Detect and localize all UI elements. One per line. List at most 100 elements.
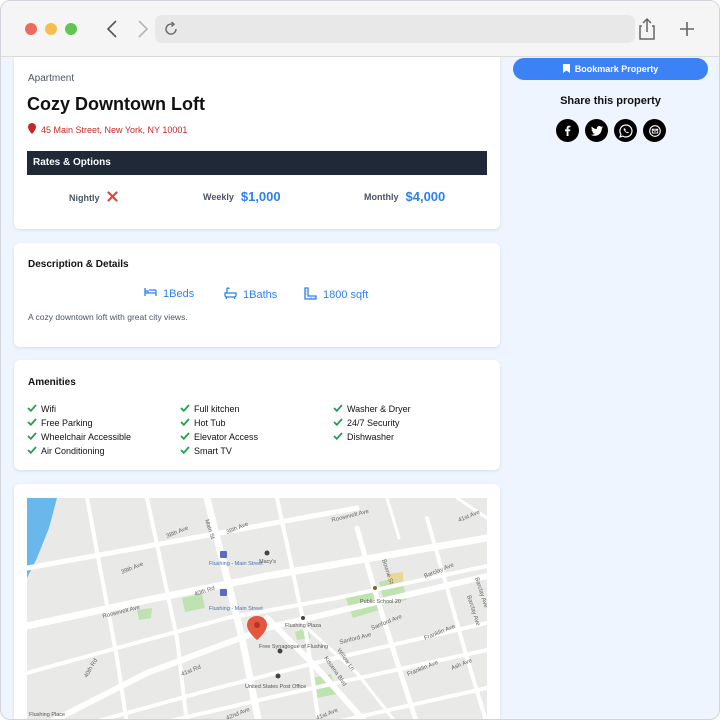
check-icon xyxy=(180,404,190,414)
amenities-card: Amenities Wifi Full kitchen Washer & Dryer… xyxy=(14,360,500,470)
amenity-label: 24/7 Security xyxy=(347,418,400,428)
rate-nightly: Nightly xyxy=(69,189,118,207)
amenity-item: Hot Tub xyxy=(180,418,226,428)
check-icon xyxy=(27,418,37,428)
bookmark-icon xyxy=(562,63,570,75)
check-icon xyxy=(333,418,343,428)
amenity-item: Dishwasher xyxy=(333,432,394,442)
check-icon xyxy=(180,418,190,428)
address-bar[interactable] xyxy=(155,15,635,43)
page-title: Cozy Downtown Loft xyxy=(27,94,205,114)
location-map[interactable]: 38th Ave Main St 38th Ave 39th Ave Roose… xyxy=(27,498,487,719)
chevron-left-icon[interactable] xyxy=(101,17,123,41)
place-label: Flushing - Main Street xyxy=(209,561,263,567)
description-text: A cozy downtown loft with great city vie… xyxy=(28,312,188,322)
place-label: Flushing Plaza xyxy=(285,623,322,629)
rate-weekly-value: $1,000 xyxy=(240,189,281,204)
reload-icon[interactable] xyxy=(163,21,179,37)
detail-baths: 1Baths xyxy=(224,287,277,302)
unavailable-x-icon xyxy=(106,189,118,207)
amenity-label: Wheelchair Accessible xyxy=(41,432,132,442)
bathtub-icon xyxy=(224,287,237,302)
amenity-item: Wheelchair Accessible xyxy=(27,432,131,442)
rate-weekly-label: Weekly xyxy=(203,191,234,202)
amenity-item: 24/7 Security xyxy=(333,418,400,428)
place-label: Flushing - Main Street xyxy=(209,606,263,612)
place-label: Public School 20 xyxy=(360,599,401,605)
check-icon xyxy=(333,404,343,414)
place-label: United States Post Office xyxy=(245,684,306,690)
address-text: 45 Main Street, New York, NY 10001 xyxy=(41,124,188,135)
description-card: Description & Details 1Beds 1Baths 1800 … xyxy=(14,243,500,347)
check-icon xyxy=(333,432,343,442)
share-title: Share this property xyxy=(560,95,661,107)
place-icon xyxy=(301,616,305,620)
place-label: Flushing Place xyxy=(29,712,65,718)
bookmark-property-button[interactable]: Bookmark Property xyxy=(513,58,708,80)
whatsapp-icon[interactable] xyxy=(614,119,637,142)
school-icon xyxy=(373,586,377,590)
twitter-icon[interactable] xyxy=(585,119,608,142)
amenity-label: Free Parking xyxy=(41,418,93,428)
bed-icon xyxy=(144,287,157,300)
amenity-item: Free Parking xyxy=(27,418,93,428)
detail-sqft: 1800 sqft xyxy=(304,287,368,303)
amenity-item: Smart TV xyxy=(180,446,232,456)
post-office-icon xyxy=(275,673,281,679)
ruler-icon xyxy=(304,287,317,303)
place-label: Macy's xyxy=(259,559,276,565)
map-card: 38th Ave Main St 38th Ave 39th Ave Roose… xyxy=(14,484,500,719)
detail-beds: 1Beds xyxy=(144,287,194,300)
amenity-label: Smart TV xyxy=(194,446,232,456)
minimize-window-button[interactable] xyxy=(45,23,57,35)
details-row: 1Beds 1Baths 1800 sqft xyxy=(14,287,500,303)
check-icon xyxy=(27,432,37,442)
bookmark-label: Bookmark Property xyxy=(574,64,659,74)
property-summary-card: Apartment Cozy Downtown Loft 45 Main Str… xyxy=(14,57,500,229)
map-pin-icon xyxy=(28,123,36,136)
amenity-label: Full kitchen xyxy=(194,404,240,414)
amenity-label: Elevator Access xyxy=(194,432,259,442)
amenity-item: Full kitchen xyxy=(180,404,240,414)
chevron-right-icon[interactable] xyxy=(132,17,154,41)
close-window-button[interactable] xyxy=(25,23,37,35)
sqft-text: 1800 sqft xyxy=(323,289,369,301)
check-icon xyxy=(27,446,37,456)
rate-monthly-value: $4,000 xyxy=(405,189,446,204)
share-icon[interactable] xyxy=(637,17,657,41)
rate-monthly-label: Monthly xyxy=(364,191,399,202)
rates-header: Rates & Options xyxy=(27,151,487,175)
plus-icon[interactable] xyxy=(677,19,697,39)
url-input[interactable] xyxy=(185,19,625,39)
amenity-item: Washer & Dryer xyxy=(333,404,411,414)
rate-monthly: Monthly $4,000 xyxy=(364,189,445,204)
amenity-label: Air Conditioning xyxy=(41,446,105,456)
browser-window: Apartment Cozy Downtown Loft 45 Main Str… xyxy=(0,0,720,720)
amenity-item: Wifi xyxy=(27,404,56,414)
baths-text: 1Baths xyxy=(243,288,278,301)
amenity-item: Air Conditioning xyxy=(27,446,105,456)
shopping-icon xyxy=(264,550,270,556)
property-type: Apartment xyxy=(28,73,75,84)
amenity-item: Elevator Access xyxy=(180,432,258,442)
property-address: 45 Main Street, New York, NY 10001 xyxy=(28,123,187,136)
check-icon xyxy=(27,404,37,414)
facebook-icon[interactable] xyxy=(556,119,579,142)
amenity-label: Wifi xyxy=(41,404,56,414)
description-title: Description & Details xyxy=(28,259,129,270)
amenity-label: Dishwasher xyxy=(347,432,395,442)
beds-text: 1Beds xyxy=(163,287,195,300)
place-label: Free Synagogue of Flushing xyxy=(259,644,328,650)
amenity-label: Hot Tub xyxy=(194,418,226,428)
rate-nightly-label: Nightly xyxy=(69,193,100,203)
check-icon xyxy=(180,446,190,456)
email-icon[interactable] xyxy=(643,119,666,142)
amenities-title: Amenities xyxy=(28,377,76,388)
maximize-window-button[interactable] xyxy=(65,23,77,35)
check-icon xyxy=(180,432,190,442)
amenity-label: Washer & Dryer xyxy=(347,404,411,414)
subway-icon xyxy=(220,589,227,596)
browser-toolbar xyxy=(1,1,719,57)
subway-icon xyxy=(220,551,227,558)
rate-weekly: Weekly $1,000 xyxy=(203,189,281,204)
